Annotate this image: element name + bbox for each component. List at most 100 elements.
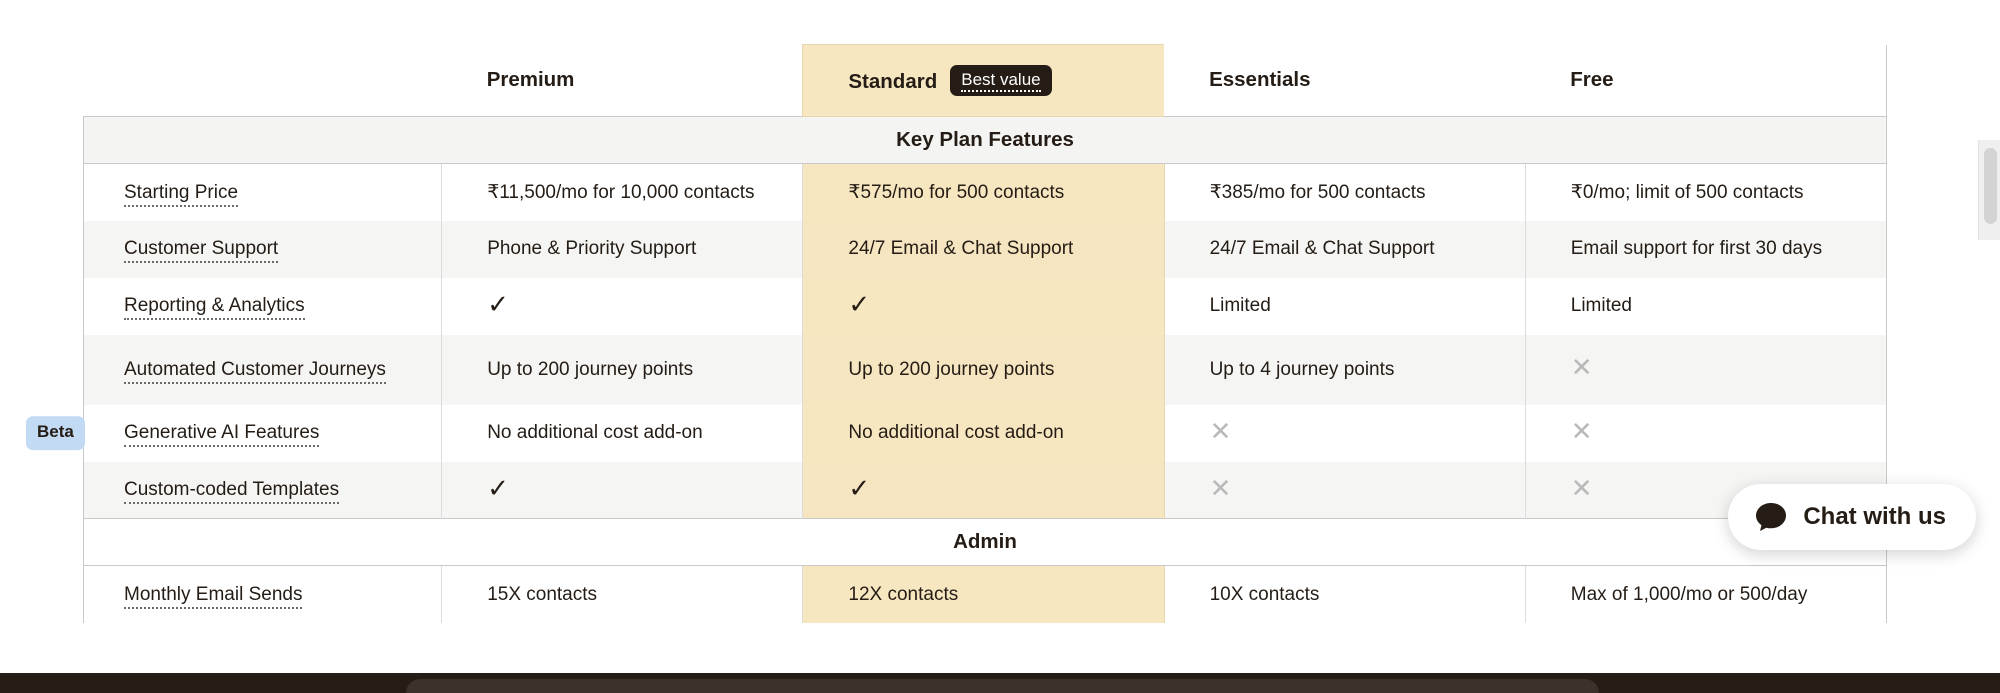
value-text: Phone & Priority Support [487,238,696,259]
chat-with-us-label: Chat with us [1803,503,1946,531]
value-text: ₹0/mo; limit of 500 contacts [1571,182,1804,203]
plan-name-label: Standard [848,70,937,93]
page-scrollbar-thumb[interactable] [1984,148,1997,224]
value-text: ₹385/mo for 500 contacts [1210,182,1426,203]
check-icon: ✓ [487,290,509,320]
value-cell: Max of 1,000/mo or 500/day [1525,566,1886,623]
value-cell: 10X contacts [1164,566,1525,623]
plan-name-label: Free [1570,68,1613,91]
feature-cell: Customer Support [84,221,442,278]
value-text: Up to 200 journey points [848,359,1054,380]
feature-cell: Starting Price [84,164,442,221]
feature-cell: BetaGenerative AI Features [84,405,442,462]
value-cell: No additional cost add-on [442,405,803,462]
value-cell: ✕ [1164,405,1525,462]
chat-with-us-button[interactable]: Chat with us [1728,484,1976,550]
table-body: Premium Standard Best value Essentials Free K… [84,45,1887,623]
plan-header-premium[interactable]: Premium [442,45,803,117]
value-cell: Up to 200 journey points [442,335,803,405]
section-title: Key Plan Features [84,117,1887,164]
value-cell: Up to 4 journey points [1164,335,1525,405]
feature-label-link[interactable]: Reporting & Analytics [124,295,305,320]
chat-bubble-icon [1754,500,1788,534]
value-cell: ✓ [803,278,1164,335]
section-title: Admin [84,519,1887,566]
section-header-row: Admin [84,519,1887,566]
value-text: No additional cost add-on [487,422,702,443]
feature-cell: Automated Customer Journeys [84,335,442,405]
feature-label-link[interactable]: Custom-coded Templates [124,479,339,504]
value-cell: ✕ [1525,335,1886,405]
feature-cell: Monthly Email Sends [84,566,442,623]
best-value-badge: Best value [950,65,1051,96]
feature-cell: Custom-coded Templates [84,462,442,519]
value-cell: ✓ [442,462,803,519]
value-cell: ₹385/mo for 500 contacts [1164,164,1525,221]
value-cell: 12X contacts [803,566,1164,623]
value-cell: Phone & Priority Support [442,221,803,278]
table-row: Customer Support Phone & Priority Support… [84,221,1887,278]
value-text: ₹575/mo for 500 contacts [848,182,1064,203]
value-cell: Limited [1164,278,1525,335]
table-row: Automated Customer Journeys Up to 200 jou… [84,335,1887,405]
value-cell: ₹575/mo for 500 contacts [803,164,1164,221]
value-cell: Email support for first 30 days [1525,221,1886,278]
value-cell: ✓ [442,278,803,335]
value-text: Limited [1210,295,1271,316]
plan-comparison-table-wrapper: Premium Standard Best value Essentials Free K… [83,44,1887,623]
plan-header-essentials[interactable]: Essentials [1164,45,1525,117]
value-text: No additional cost add-on [848,422,1063,443]
feature-label-link[interactable]: Generative AI Features [124,422,319,447]
value-text: Max of 1,000/mo or 500/day [1571,584,1808,605]
table-row: Reporting & Analytics ✓ ✓ Limited Limited [84,278,1887,335]
value-cell: ✕ [1164,462,1525,519]
value-cell: ✕ [1525,405,1886,462]
value-text: Up to 4 journey points [1210,359,1395,380]
value-text: 24/7 Email & Chat Support [1210,238,1435,259]
value-text: Up to 200 journey points [487,359,693,380]
value-cell: No additional cost add-on [803,405,1164,462]
value-text: Email support for first 30 days [1571,238,1822,259]
page-bottom-card [406,679,1599,693]
cross-icon: ✕ [1571,353,1593,383]
check-icon: ✓ [487,474,509,504]
value-cell: 24/7 Email & Chat Support [803,221,1164,278]
cross-icon: ✕ [1571,474,1593,504]
feature-label-link[interactable]: Monthly Email Sends [124,584,302,609]
value-text: 10X contacts [1210,584,1320,605]
value-text: 24/7 Email & Chat Support [848,238,1073,259]
value-cell: ₹0/mo; limit of 500 contacts [1525,164,1886,221]
plan-header-standard[interactable]: Standard Best value [803,45,1164,117]
plan-comparison-page: Premium Standard Best value Essentials Free K… [0,0,2000,693]
plan-name-label: Essentials [1209,68,1310,91]
value-cell: ✓ [803,462,1164,519]
table-row: Custom-coded Templates ✓ ✓ ✕ ✕ [84,462,1887,519]
value-text: 12X contacts [848,584,958,605]
check-icon: ✓ [848,290,870,320]
header-spacer-cell [84,45,442,117]
value-text: 15X contacts [487,584,597,605]
feature-label-link[interactable]: Customer Support [124,238,278,263]
cross-icon: ✕ [1571,417,1593,447]
plan-name-label: Premium [487,68,575,91]
value-text: Limited [1571,295,1632,316]
plan-header-row: Premium Standard Best value Essentials Free [84,45,1887,117]
feature-cell: Reporting & Analytics [84,278,442,335]
plan-comparison-table: Premium Standard Best value Essentials Free K… [83,44,1887,623]
beta-badge: Beta [26,416,85,450]
plan-header-free[interactable]: Free [1525,45,1886,117]
table-row: Starting Price ₹11,500/mo for 10,000 cont… [84,164,1887,221]
table-row: BetaGenerative AI Features No additional … [84,405,1887,462]
section-header-row: Key Plan Features [84,117,1887,164]
feature-label-link[interactable]: Automated Customer Journeys [124,359,386,384]
table-row: Monthly Email Sends 15X contacts 12X conta… [84,566,1887,623]
cross-icon: ✕ [1210,417,1232,447]
value-cell: Limited [1525,278,1886,335]
value-cell: 15X contacts [442,566,803,623]
best-value-badge-label: Best value [961,70,1040,92]
feature-label-link[interactable]: Starting Price [124,182,238,207]
value-text: ₹11,500/mo for 10,000 contacts [487,182,754,203]
value-cell: Up to 200 journey points [803,335,1164,405]
value-cell: 24/7 Email & Chat Support [1164,221,1525,278]
cross-icon: ✕ [1210,474,1232,504]
